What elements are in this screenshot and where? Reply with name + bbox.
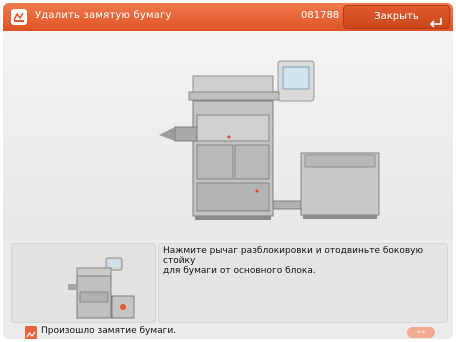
main-illustration-area <box>3 31 453 239</box>
return-arrow-icon <box>429 14 443 28</box>
printer-thumbnail-illustration <box>68 257 135 319</box>
paper-jam-icon <box>11 9 27 25</box>
step-thumbnail <box>11 243 156 323</box>
status-message: Произошло замятие бумаги. <box>41 326 177 336</box>
job-id: 081788 <box>301 10 340 21</box>
instruction-text: Нажмите рычаг разблокировки и отодвиньте… <box>163 246 424 276</box>
status-monitor-label: »» <box>416 328 426 336</box>
status-bar: Произошло замятие бумаги. »» <box>3 325 453 339</box>
title-bar: Удалить замятую бумагу 081788 Закрыть <box>3 3 453 31</box>
paper-jam-status-icon <box>25 326 37 339</box>
printer-illustration <box>159 60 380 220</box>
close-button[interactable]: Закрыть <box>343 5 450 29</box>
paper-jam-screen: Удалить замятую бумагу 081788 Закрыть На… <box>3 3 453 339</box>
instruction-panel: Нажмите рычаг разблокировки и отодвиньте… <box>158 243 448 323</box>
page-title: Удалить замятую бумагу <box>35 10 172 21</box>
status-monitor-button[interactable]: »» <box>407 327 435 338</box>
